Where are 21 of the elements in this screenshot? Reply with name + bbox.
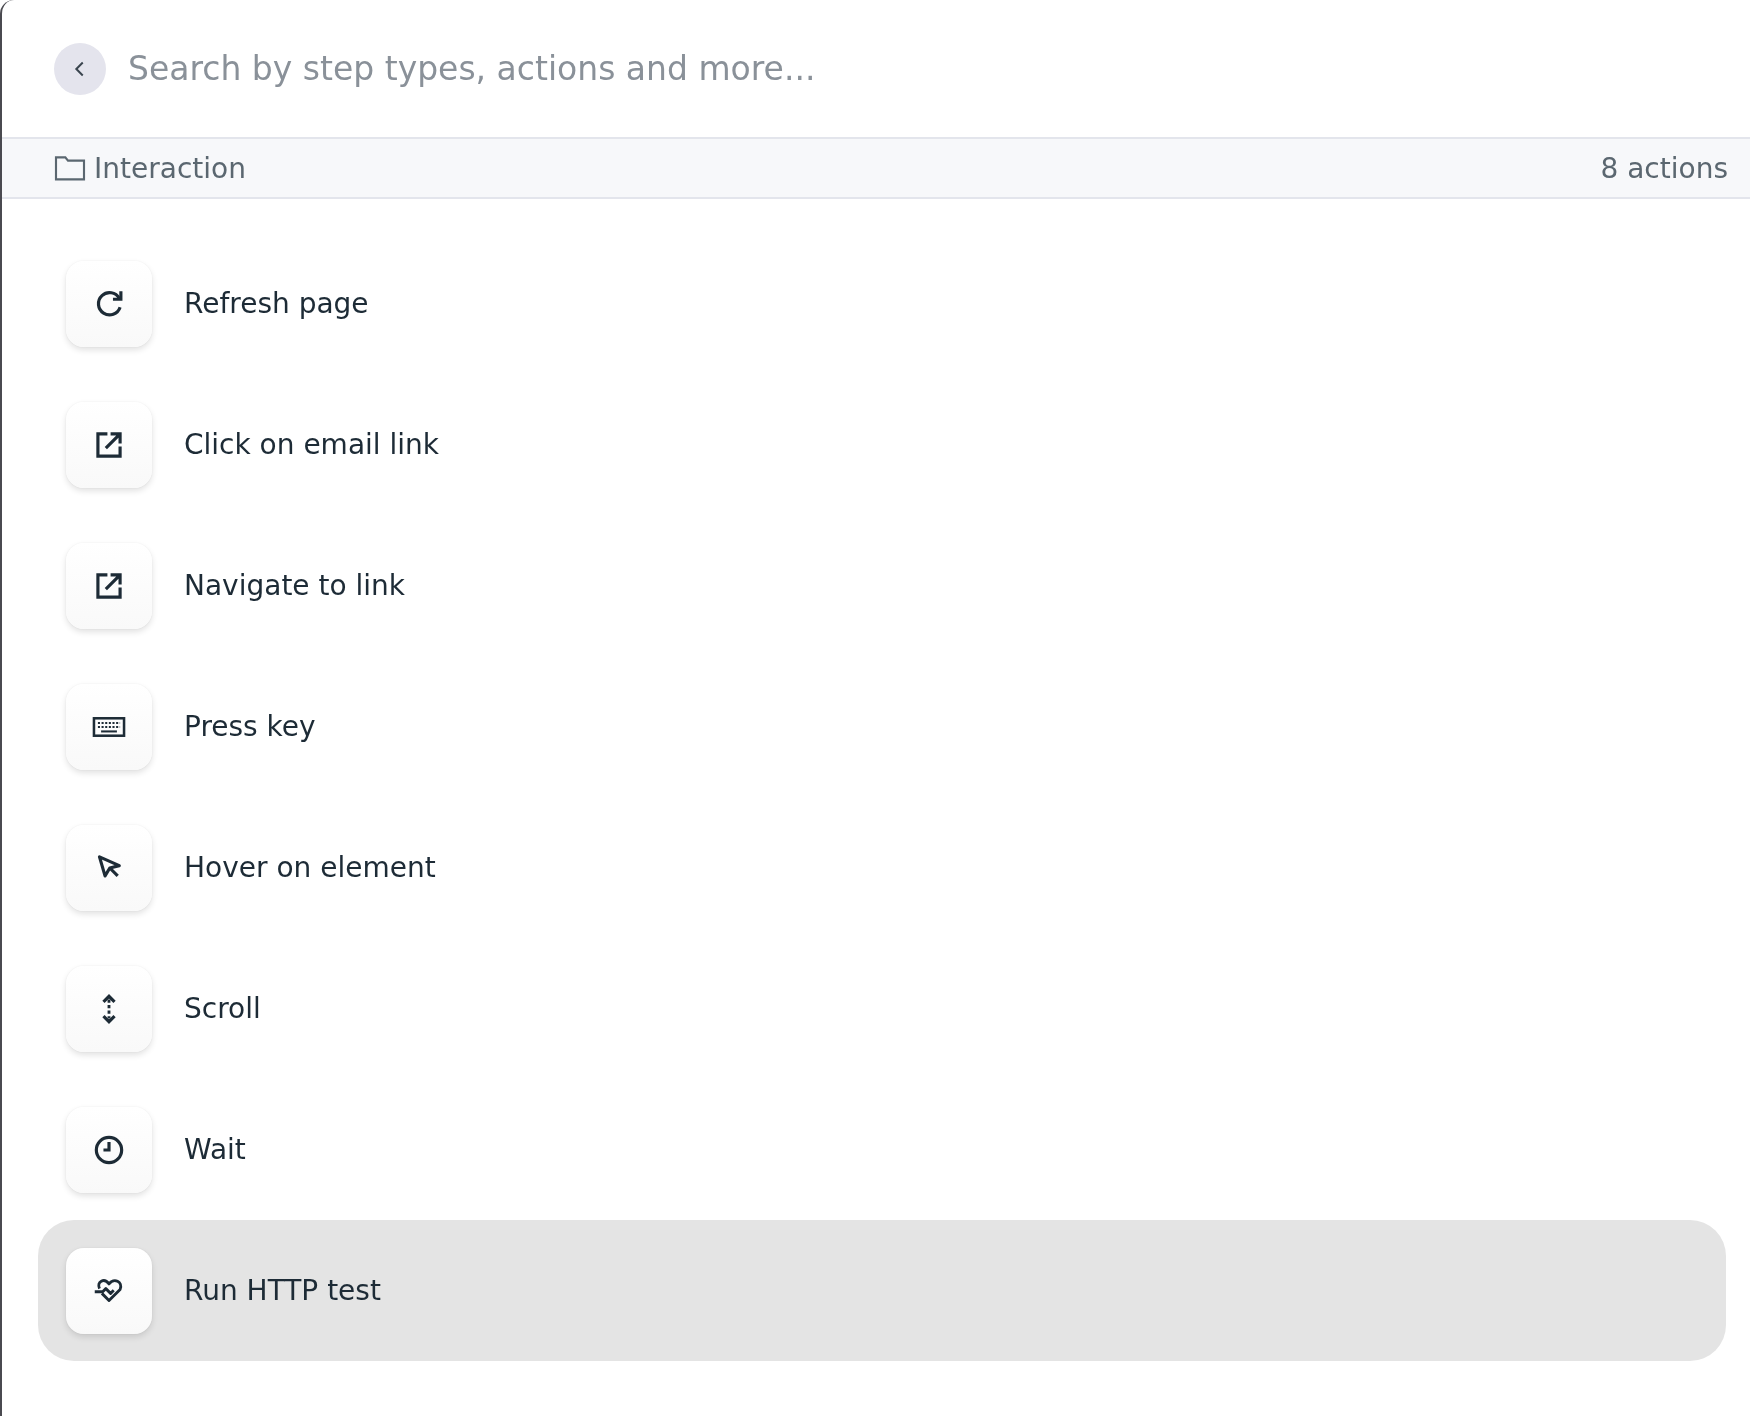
action-item[interactable]: Navigate to link (38, 515, 1726, 656)
action-label: Navigate to link (184, 569, 406, 602)
action-label: Press key (184, 710, 316, 743)
action-item[interactable]: Click on email link (38, 374, 1726, 515)
action-label: Run HTTP test (184, 1274, 381, 1307)
action-label: Hover on element (184, 851, 436, 884)
action-label: Wait (184, 1133, 246, 1166)
category-label: Interaction (94, 151, 246, 185)
back-button[interactable] (54, 42, 106, 95)
action-item[interactable]: Wait (38, 1079, 1726, 1220)
action-count: 8 actions (1600, 151, 1728, 185)
action-label: Click on email link (184, 428, 440, 461)
action-label: Refresh page (184, 287, 369, 320)
action-item[interactable]: Scroll (38, 938, 1726, 1079)
action-label: Scroll (184, 992, 261, 1025)
action-item[interactable]: Run HTTP test (38, 1220, 1726, 1361)
action-item[interactable]: Refresh page (38, 233, 1726, 374)
action-item[interactable]: Press key (38, 656, 1726, 797)
search-field[interactable]: Search by step types, actions and more... (126, 48, 1750, 89)
action-item[interactable]: Hover on element (38, 797, 1726, 938)
folder-icon (54, 154, 86, 182)
